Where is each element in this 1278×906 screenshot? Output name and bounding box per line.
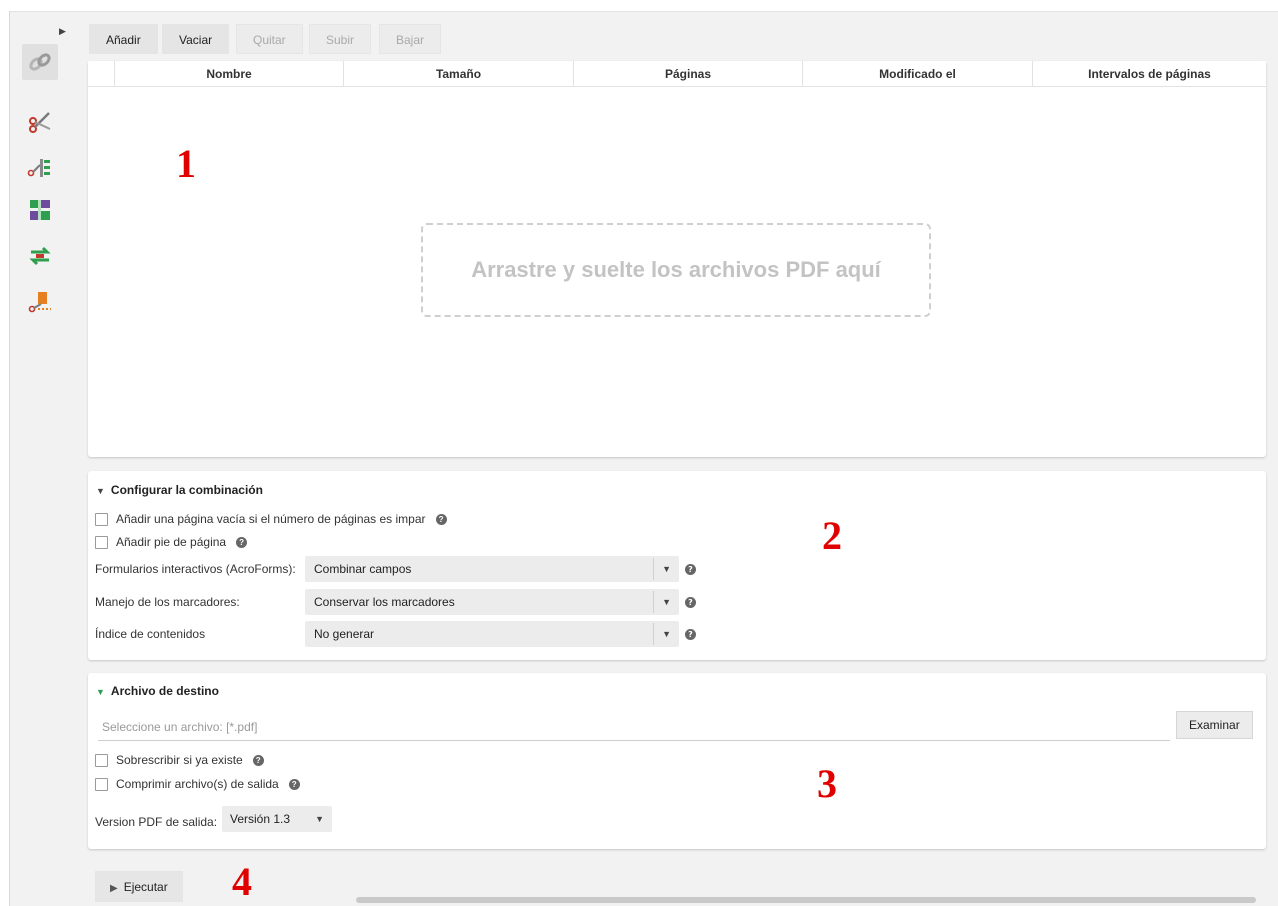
column-name[interactable]: Nombre [114,61,343,86]
merge-settings-panel: ▼ Configurar la combinación Añadir una pá… [88,471,1266,660]
help-icon[interactable]: ? [236,536,248,548]
help-icon[interactable]: ? [288,778,300,790]
bookmarks-value: Conservar los marcadores [314,595,455,609]
expand-sidebar-icon[interactable]: ▶ [59,27,66,37]
acroforms-label: Formularios interactivos (AcroForms): [95,562,296,576]
help-icon[interactable]: ? [435,513,447,525]
footer-option[interactable]: Añadir pie de página ? [95,535,248,549]
overwrite-label: Sobrescribir si ya existe [116,753,243,767]
pdf-drop-zone[interactable]: Arrastre y suelte los archivos PDF aquí [421,223,931,317]
select-divider [653,623,654,645]
acroforms-select[interactable]: Combinar campos ▼ [305,556,679,582]
column-modified[interactable]: Modificado el [802,61,1032,86]
chevron-down-icon: ▼ [315,814,324,824]
version-value: Versión 1.3 [230,812,291,826]
acroforms-value: Combinar campos [314,562,412,576]
footer-checkbox[interactable] [95,535,108,549]
browse-button[interactable]: Examinar [1176,711,1253,739]
annotation-2: 2 [822,513,842,558]
split-by-size-tool-icon[interactable] [22,284,58,320]
chevron-down-icon: ▼ [662,597,671,607]
bookmarks-label: Manejo de los marcadores: [95,595,240,609]
add-button[interactable]: Añadir [89,24,158,54]
bookmarks-select[interactable]: Conservar los marcadores ▼ [305,589,679,615]
annotation-1: 1 [176,141,196,186]
destination-file-input[interactable]: Seleccione un archivo: [*.pdf] [98,713,1170,741]
blank-page-checkbox[interactable] [95,512,108,526]
help-icon[interactable]: ? [685,564,696,575]
split-tool-icon[interactable] [22,104,58,140]
horizontal-scrollbar[interactable] [356,897,1256,903]
run-button[interactable]: ▶ Ejecutar [95,871,183,902]
alternate-mix-tool-icon[interactable] [22,192,58,228]
select-divider [653,558,654,580]
collapse-triangle-icon: ▼ [96,687,105,697]
blank-page-option[interactable]: Añadir una página vacía si el número de … [95,512,447,526]
compress-checkbox[interactable] [95,777,108,791]
rotate-tool-icon[interactable] [22,238,58,274]
split-bookmarks-tool-icon[interactable] [22,150,58,186]
compress-option[interactable]: Comprimir archivo(s) de salida ? [95,777,300,791]
move-down-button[interactable]: Bajar [379,24,442,54]
clear-button[interactable]: Vaciar [162,24,230,54]
chevron-down-icon: ▼ [662,564,671,574]
merge-settings-title: Configurar la combinación [110,483,263,497]
annotation-4: 4 [232,859,252,904]
table-header: Nombre Tamaño Páginas Modificado el Inte… [88,61,1266,87]
move-up-button[interactable]: Subir [309,24,372,54]
column-page-ranges[interactable]: Intervalos de páginas [1032,61,1266,86]
select-divider [653,591,654,613]
help-icon[interactable]: ? [685,629,696,640]
toc-value: No generar [314,627,375,641]
destination-title: Archivo de destino [110,684,219,698]
chevron-down-icon: ▼ [662,629,671,639]
toc-select[interactable]: No generar ▼ [305,621,679,647]
compress-label: Comprimir archivo(s) de salida [116,777,279,791]
run-label: Ejecutar [123,880,168,894]
annotation-3: 3 [817,761,837,806]
file-table-panel[interactable]: Nombre Tamaño Páginas Modificado el Inte… [88,61,1266,457]
help-icon[interactable]: ? [252,754,264,766]
blank-page-label: Añadir una página vacía si el número de … [116,512,426,526]
merge-tool-icon[interactable] [22,44,58,80]
remove-button[interactable]: Quitar [236,24,303,54]
destination-header[interactable]: ▼ Archivo de destino [96,684,219,698]
overwrite-checkbox[interactable] [95,753,108,767]
version-select[interactable]: Versión 1.3 ▼ [222,806,332,832]
table-header-blank [88,61,114,86]
help-icon[interactable]: ? [685,597,696,608]
merge-settings-header[interactable]: ▼ Configurar la combinación [96,483,263,497]
overwrite-option[interactable]: Sobrescribir si ya existe ? [95,753,264,767]
column-size[interactable]: Tamaño [343,61,573,86]
footer-label: Añadir pie de página [116,535,227,549]
collapse-triangle-icon: ▼ [96,486,105,496]
destination-panel: ▼ Archivo de destino Seleccione un archiv… [88,673,1266,849]
version-label: Version PDF de salida: [95,815,218,829]
column-pages[interactable]: Páginas [573,61,802,86]
toc-label: Índice de contenidos [95,627,206,641]
play-icon: ▶ [110,883,118,894]
